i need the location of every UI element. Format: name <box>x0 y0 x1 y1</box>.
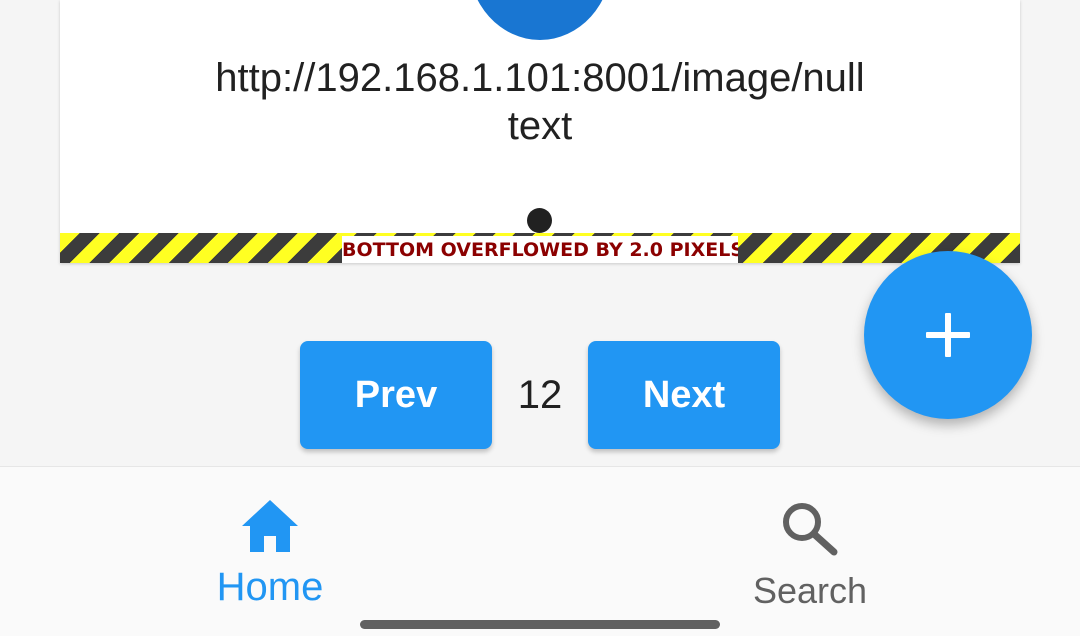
gesture-handle[interactable] <box>360 620 720 629</box>
page-number: 12 <box>517 373 563 417</box>
item-text: text <box>507 104 573 148</box>
search-icon[interactable] <box>780 500 838 556</box>
item-card: http://192.168.1.101:8001/image/null tex… <box>60 0 1020 263</box>
prev-button[interactable]: Prev <box>300 341 492 449</box>
nav-label-home[interactable]: Home <box>170 566 370 608</box>
home-icon[interactable] <box>240 498 300 554</box>
next-button[interactable]: Next <box>588 341 780 449</box>
image-url-text: http://192.168.1.101:8001/image/null <box>215 56 865 100</box>
image-avatar <box>468 0 612 40</box>
plus-icon <box>926 313 970 357</box>
dot-indicator <box>527 208 552 233</box>
nav-label-search[interactable]: Search <box>700 570 920 612</box>
overflow-warning-label: BOTTOM OVERFLOWED BY 2.0 PIXELS <box>342 236 738 263</box>
